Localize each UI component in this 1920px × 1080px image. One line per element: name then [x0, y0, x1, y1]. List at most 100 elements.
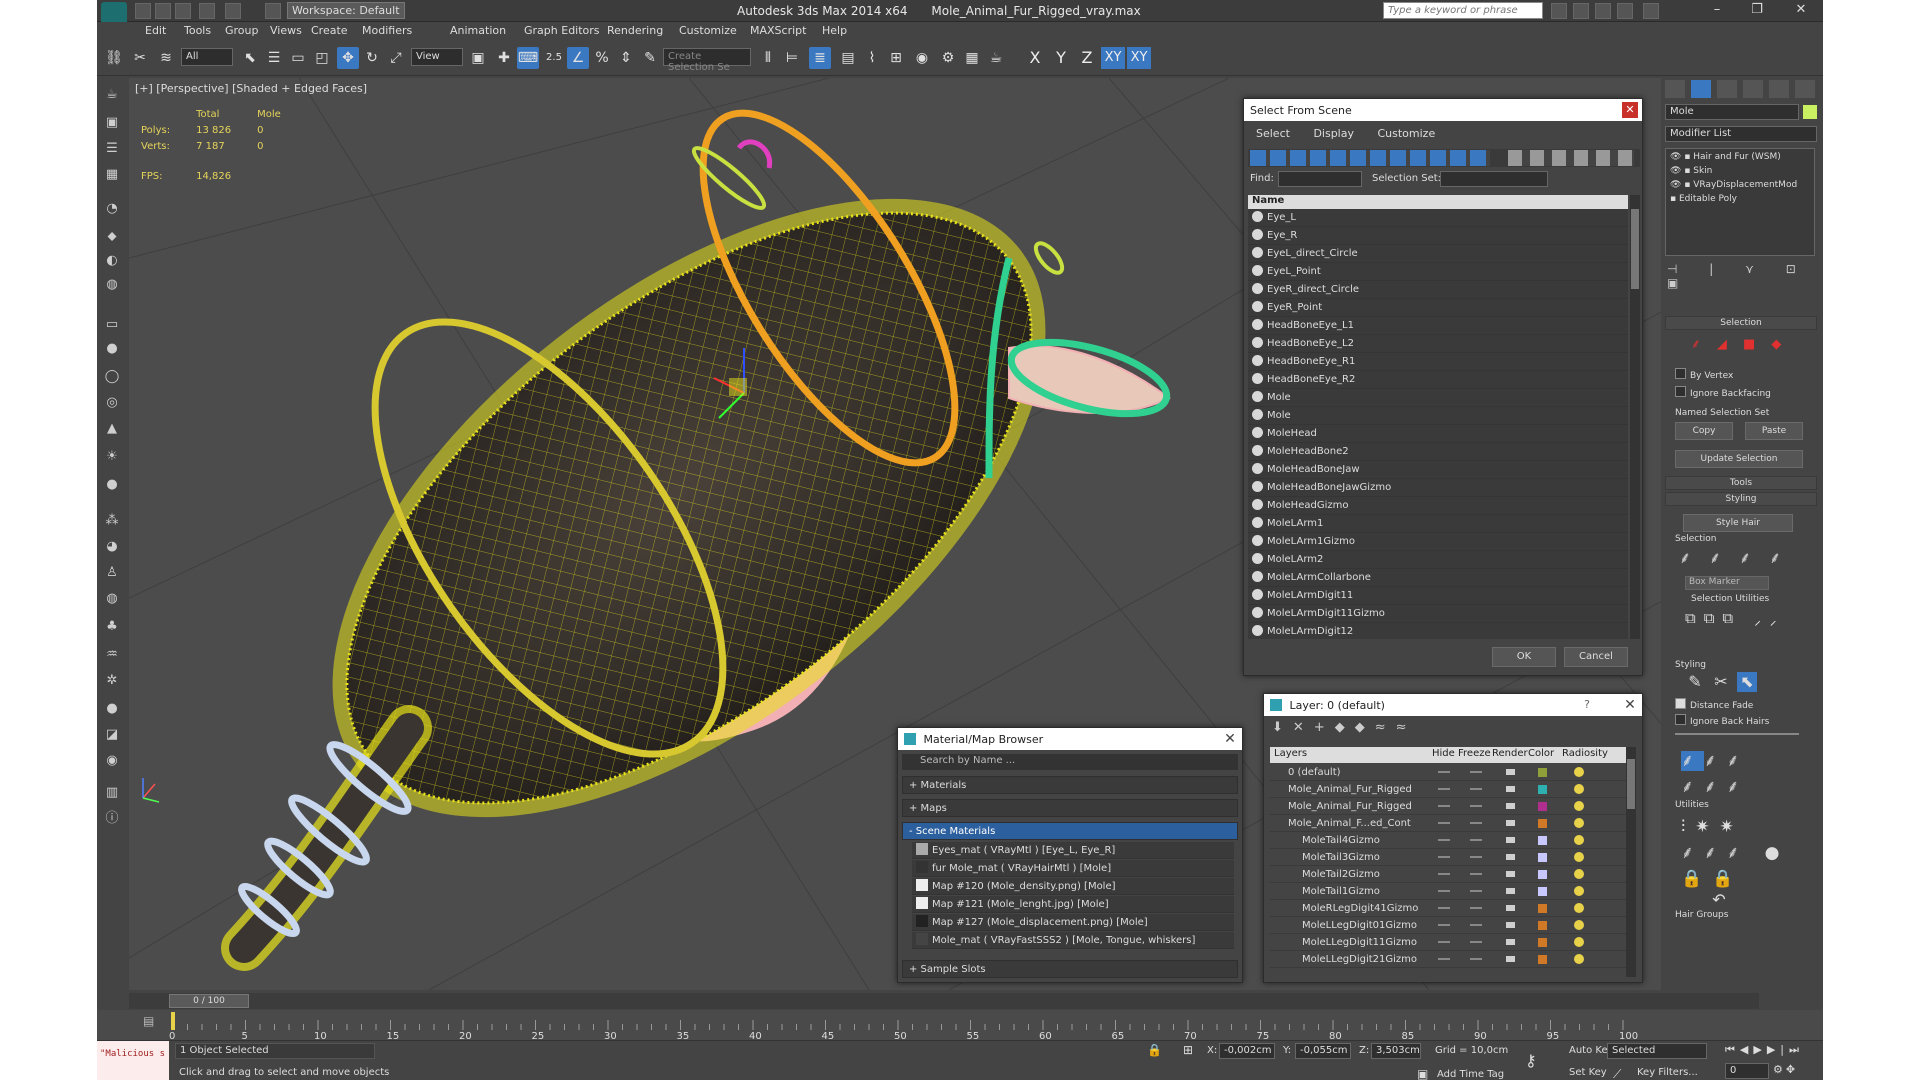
tab-customize[interactable]: Customize — [1377, 127, 1435, 140]
render-toggle[interactable] — [1506, 837, 1515, 843]
render-toggle[interactable] — [1506, 854, 1515, 860]
list-item[interactable]: MoleHeadBone2 — [1248, 443, 1628, 461]
material-sphere-icon[interactable]: ● — [102, 700, 122, 718]
rect-selection-icon[interactable]: ▭ — [287, 47, 309, 69]
hide-toggle[interactable] — [1438, 771, 1450, 773]
world-icon[interactable]: ◉ — [102, 752, 122, 770]
menu-views[interactable]: Views — [270, 24, 302, 37]
section-maps[interactable]: + Maps — [902, 799, 1238, 817]
curve-editor-icon[interactable]: ⌇ — [861, 47, 883, 69]
modifier-skin[interactable]: 👁 ▪ Skin — [1670, 166, 1712, 176]
layer-row[interactable]: MoleTail1Gizmo — [1270, 883, 1626, 900]
list-item[interactable]: Map #127 (Mole_displacement.png) [Mole] — [912, 914, 1234, 931]
render-toggle[interactable] — [1506, 956, 1515, 962]
list-item[interactable]: EyeL_Point — [1248, 263, 1628, 281]
freeze-toggle[interactable] — [1470, 924, 1482, 926]
radiosity-icon[interactable] — [1574, 801, 1584, 811]
list-item[interactable]: MoleHead — [1248, 425, 1628, 443]
render-toggle[interactable] — [1506, 939, 1515, 945]
cylinder-icon[interactable]: ◯ — [102, 368, 122, 386]
column-freeze[interactable]: Freeze — [1458, 748, 1491, 759]
radiosity-icon[interactable] — [1574, 784, 1584, 794]
help-icon[interactable] — [1643, 3, 1659, 19]
list-item[interactable]: Mole — [1248, 389, 1628, 407]
list-item[interactable]: Eye_L — [1248, 209, 1628, 227]
particles-icon[interactable]: ⁂ — [102, 512, 122, 530]
constrain-xy-button[interactable]: XY — [1101, 47, 1125, 69]
hide-toggle[interactable] — [1438, 839, 1450, 841]
list-item[interactable]: MoleLArmDigit11 — [1248, 587, 1628, 605]
render-frame-icon[interactable]: ▦ — [961, 47, 983, 69]
menu-help[interactable]: Help — [822, 24, 847, 37]
constrain-xy-cycle-button[interactable]: XY — [1127, 47, 1151, 69]
find-input[interactable] — [1278, 171, 1362, 187]
key-filters-button[interactable]: Key Filters... — [1637, 1067, 1698, 1078]
list-item[interactable]: Mole_mat ( VRayFastSSS2 ) [Mole, Tongue,… — [912, 932, 1234, 949]
render-icon[interactable]: ▣ — [102, 114, 122, 132]
time-config-icon[interactable]: ⚙✥ — [1773, 1063, 1821, 1079]
list-item[interactable]: MoleHeadBoneJaw — [1248, 461, 1628, 479]
select-vertices-icon[interactable]: ⸙ — [1735, 548, 1755, 568]
menu-rendering[interactable]: Rendering — [607, 24, 663, 37]
section-sample-slots[interactable]: + Sample Slots — [902, 960, 1238, 978]
radiosity-icon[interactable] — [1574, 767, 1584, 777]
layer-color-swatch[interactable] — [1538, 955, 1547, 964]
freeze-toggle[interactable] — [1470, 788, 1482, 790]
select-scale-icon[interactable]: ⤢ — [385, 47, 407, 69]
hair-icon[interactable]: ♒ — [102, 646, 122, 664]
select-object-icon[interactable]: ⬉ — [239, 47, 261, 69]
list-item[interactable]: Eyes_mat ( VRayMtl ) [Eye_L, Eye_R] — [912, 842, 1234, 859]
layer-row[interactable]: MoleTail4Gizmo — [1270, 832, 1626, 849]
layer-row[interactable]: 0 (default) — [1270, 764, 1626, 781]
angle-snap-icon[interactable]: ∠ — [567, 47, 589, 69]
rollout-styling[interactable]: Styling — [1665, 492, 1817, 506]
graphite-toggle-icon[interactable]: ▤ — [837, 47, 859, 69]
modifier-hair-and-fur[interactable]: 👁 ▪ Hair and Fur (WSM) — [1670, 152, 1781, 162]
time-slider-thumb[interactable]: 0 / 100 — [169, 994, 249, 1008]
teapot-icon[interactable]: ☕ — [102, 86, 122, 104]
modifier-icon[interactable]: ◪ — [102, 726, 122, 744]
selection-filter-select[interactable]: All — [181, 48, 233, 66]
object-color-swatch[interactable] — [1803, 105, 1817, 119]
maximize-icon[interactable]: ❐ — [1737, 0, 1777, 20]
layer-color-swatch[interactable] — [1538, 853, 1547, 862]
hair-cut-icon[interactable]: ✂ — [1711, 672, 1731, 692]
undo-icon[interactable] — [199, 3, 215, 19]
camera-icon[interactable]: ◍ — [102, 276, 122, 294]
z-coord-input[interactable]: 3,503cm — [1371, 1043, 1421, 1059]
list-item[interactable]: Map #121 (Mole_lenght.jpg) [Mole] — [912, 896, 1234, 913]
select-whole-strand-icon[interactable]: ⸙ — [1705, 548, 1725, 568]
update-selection-button[interactable]: Update Selection — [1675, 450, 1803, 468]
set-key-button[interactable]: Set Key — [1569, 1067, 1607, 1078]
menu-modifiers[interactable]: Modifiers — [362, 24, 412, 37]
display-icon[interactable]: ▥ — [102, 784, 122, 802]
link-icon[interactable]: ⛓ — [103, 47, 125, 69]
close-icon[interactable]: ✕ — [1222, 731, 1238, 747]
render-setup-icon[interactable]: ⚙ — [937, 47, 959, 69]
hide-toggle[interactable] — [1438, 873, 1450, 875]
list-item[interactable]: HeadBoneEye_L1 — [1248, 317, 1628, 335]
absolute-mode-icon[interactable]: ⊞ — [1183, 1043, 1193, 1057]
add-time-tag[interactable]: Add Time Tag — [1437, 1069, 1504, 1080]
select-tool-icon[interactable]: ⬉ — [1737, 672, 1757, 692]
render-toggle[interactable] — [1506, 922, 1515, 928]
hair-brush-icon[interactable]: ✎ — [1685, 672, 1705, 692]
radiosity-icon[interactable] — [1574, 835, 1584, 845]
list-item[interactable]: MoleHeadGizmo — [1248, 497, 1628, 515]
selection-utility-icons[interactable]: ⧉⧉⧉ ⸝⸝ — [1685, 608, 1785, 648]
light-icon[interactable]: ◔ — [102, 200, 122, 218]
box-icon[interactable]: ▭ — [102, 316, 122, 334]
freeze-all-icon[interactable]: ≈ — [1396, 720, 1417, 735]
sun-icon[interactable]: ☀ — [102, 448, 122, 466]
freeze-toggle[interactable] — [1470, 873, 1482, 875]
column-hide[interactable]: Hide — [1432, 748, 1455, 759]
tab-select[interactable]: Select — [1256, 127, 1290, 140]
column-radiosity[interactable]: Radiosity — [1562, 748, 1608, 759]
constrain-y-button[interactable]: Y — [1049, 47, 1073, 69]
grid-icon[interactable]: ▦ — [102, 166, 122, 184]
hide-toggle[interactable] — [1438, 788, 1450, 790]
list-item[interactable]: MoleLArm2 — [1248, 551, 1628, 569]
menu-maxscript[interactable]: MAXScript — [750, 24, 806, 37]
viewport-label[interactable]: [+] [Perspective] [Shaded + Edged Faces] — [135, 82, 367, 95]
list-item[interactable]: Eye_R — [1248, 227, 1628, 245]
